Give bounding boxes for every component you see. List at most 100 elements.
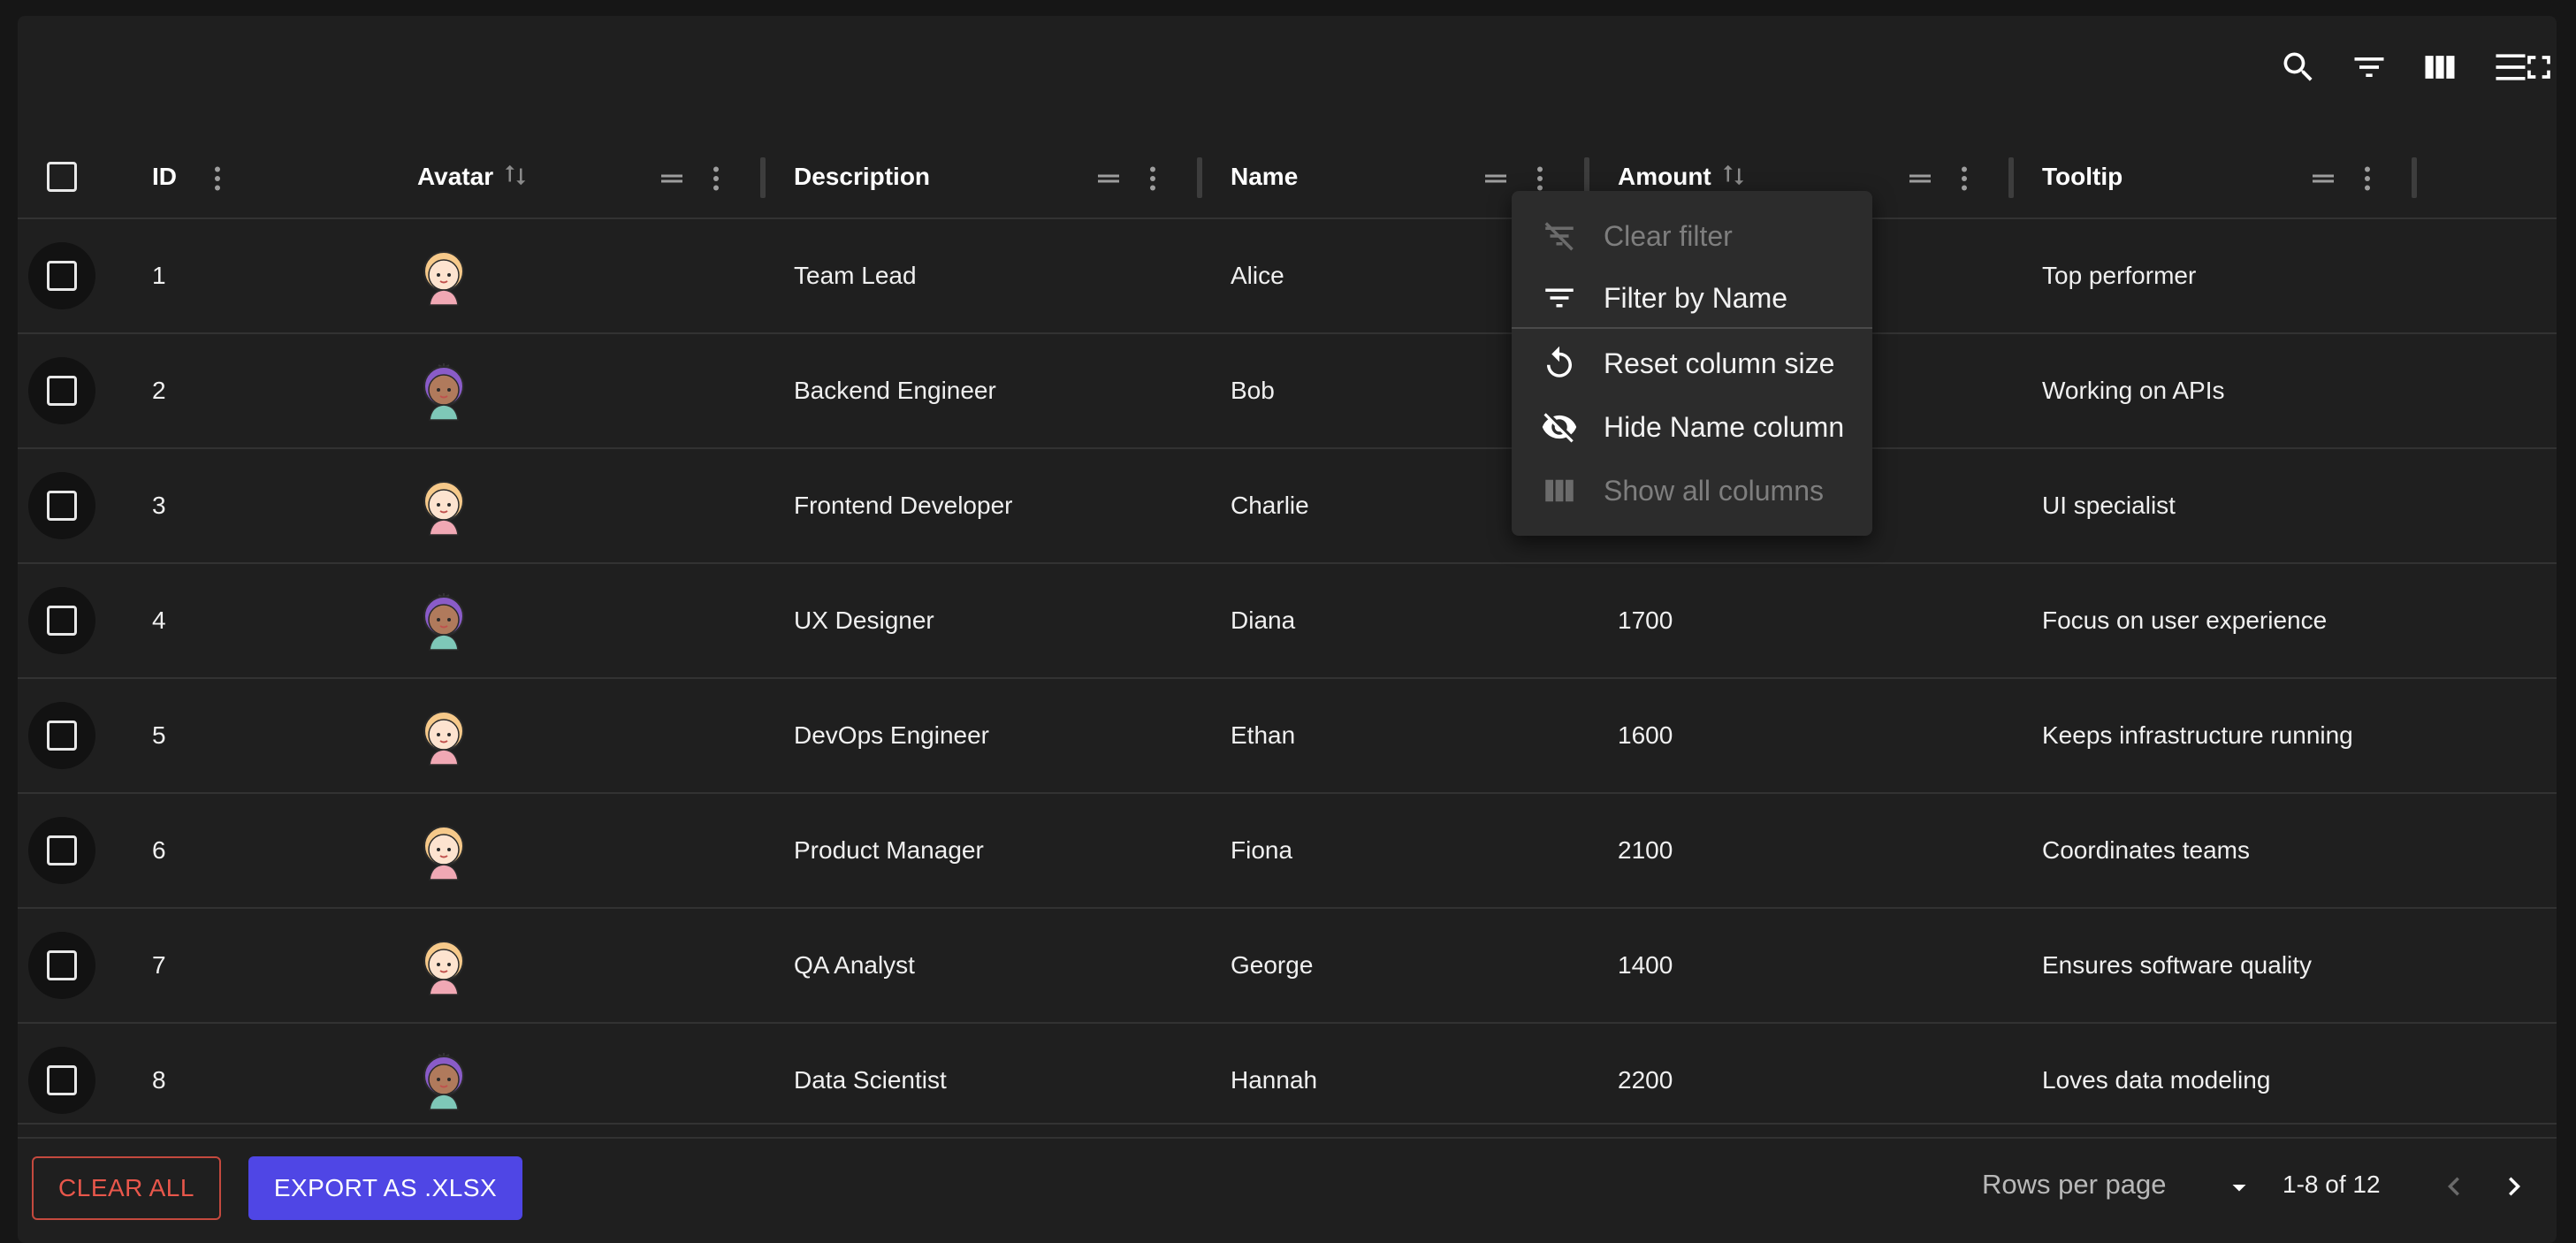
row-checkbox[interactable] (28, 932, 95, 999)
column-resize-separator[interactable] (2412, 157, 2417, 198)
cell-id: 2 (152, 377, 166, 404)
cell-name: Fiona (1231, 836, 1293, 864)
row-checkbox[interactable] (28, 817, 95, 884)
cell-name: Ethan (1231, 721, 1296, 749)
column-header-avatar[interactable]: Avatar (417, 136, 529, 217)
chevron-right-icon (2509, 1177, 2520, 1196)
column-resize-separator[interactable] (2008, 157, 2014, 198)
table-row[interactable]: 5 DevOps Engineer Ethan 1600 Keeps infrastru… (18, 679, 2557, 794)
drag-handle-icon[interactable] (1902, 161, 1938, 196)
chevron-left-icon (2448, 1177, 2459, 1196)
column-menu: Clear filter Filter by Name Reset column… (1512, 191, 1872, 536)
row-checkbox[interactable] (28, 587, 95, 654)
column-header-description[interactable]: Description (794, 136, 930, 217)
menu-item-reset-column-size[interactable]: Reset column size (1512, 332, 1872, 394)
cell-tooltip: Loves data modeling (2042, 1066, 2271, 1094)
cell-description: Data Scientist (794, 1066, 947, 1094)
cell-description: UX Designer (794, 606, 934, 634)
cell-id: 6 (152, 836, 166, 864)
column-menu-icon[interactable] (2350, 161, 2385, 196)
drag-handle-icon[interactable] (1091, 161, 1126, 196)
sort-icon[interactable] (1720, 162, 1747, 193)
export-xlsx-button[interactable]: EXPORT AS .XLSX (248, 1156, 522, 1220)
cell-tooltip: Focus on user experience (2042, 606, 2328, 634)
cell-tooltip: Keeps infrastructure running (2042, 721, 2353, 749)
menu-item-clear-filter[interactable]: Clear filter (1512, 205, 1872, 267)
cell-tooltip: Top performer (2042, 262, 2197, 289)
avatar (417, 794, 470, 907)
row-checkbox[interactable] (28, 242, 95, 309)
checkbox-box (47, 261, 77, 291)
view-column-icon[interactable] (2419, 46, 2461, 88)
row-checkbox[interactable] (28, 357, 95, 424)
rows-per-page-select[interactable] (2219, 1167, 2260, 1208)
cell-name: Charlie (1231, 492, 1309, 519)
table-row[interactable]: 4 UX Designer Diana 1700 Focus on user exper… (18, 564, 2557, 679)
column-header-tooltip[interactable]: Tooltip (2042, 136, 2123, 217)
table-toolbar (2026, 16, 2557, 113)
arrow-drop-down-icon (2232, 1185, 2246, 1192)
column-menu-icon[interactable] (1947, 161, 1982, 196)
column-menu-icon[interactable] (200, 161, 235, 196)
cell-description: Backend Engineer (794, 377, 996, 404)
sort-icon[interactable] (502, 162, 529, 193)
column-menu-icon[interactable] (1135, 161, 1170, 196)
next-page-button[interactable] (2489, 1162, 2539, 1211)
fullscreen-icon[interactable] (2518, 46, 2557, 88)
table-row[interactable]: 8 Data Scientist Hannah 2200 Loves data mode… (18, 1024, 2557, 1139)
cell-name: Bob (1231, 377, 1275, 404)
drag-handle-icon[interactable] (654, 161, 690, 196)
table-row[interactable]: 6 Product Manager Fiona 2100 Coordinates tea… (18, 794, 2557, 909)
previous-page-button[interactable] (2429, 1162, 2479, 1211)
column-header-id[interactable]: ID (152, 136, 177, 217)
data-table-container: ID Avatar Description Name Amount Toolti… (18, 16, 2557, 1243)
column-resize-separator[interactable] (1197, 157, 1202, 198)
cell-name: Alice (1231, 262, 1284, 289)
table-row[interactable]: 7 QA Analyst George 1400 Ensures software qu… (18, 909, 2557, 1024)
restart-icon (1540, 344, 1579, 383)
search-icon[interactable] (2277, 46, 2320, 88)
cell-id: 7 (152, 951, 166, 979)
table-row[interactable]: 2 Backend Engineer Bob Working on APIs (18, 334, 2557, 449)
cell-description: Team Lead (794, 262, 917, 289)
cell-tooltip: UI specialist (2042, 492, 2176, 519)
table-header-row: ID Avatar Description Name Amount Toolti… (18, 136, 2557, 219)
avatar (417, 449, 470, 562)
checkbox-box (47, 491, 77, 521)
cell-name: Diana (1231, 606, 1296, 634)
menu-item-label: Filter by Name (1604, 281, 1788, 314)
select-all-checkbox[interactable] (28, 143, 95, 210)
cell-tooltip: Ensures software quality (2042, 951, 2313, 979)
menu-item-label: Reset column size (1604, 347, 1835, 379)
pagination-range: 1-8 of 12 (2283, 1171, 2381, 1198)
menu-item-hide-name-column[interactable]: Hide Name column (1512, 396, 1872, 458)
menu-item-show-all-columns[interactable]: Show all columns (1512, 460, 1872, 522)
menu-item-label: Show all columns (1604, 474, 1824, 507)
column-menu-icon[interactable] (698, 161, 734, 196)
filter-list-icon[interactable] (2348, 46, 2390, 88)
table-row[interactable]: 1 Team Lead Alice Top performer (18, 219, 2557, 334)
checkbox-box (47, 162, 77, 192)
checkbox-box (47, 950, 77, 980)
cell-id: 1 (152, 262, 166, 289)
cell-id: 8 (152, 1066, 166, 1094)
avatar (417, 564, 470, 677)
row-checkbox[interactable] (28, 702, 95, 769)
drag-handle-icon[interactable] (2305, 161, 2341, 196)
column-header-name[interactable]: Name (1231, 136, 1298, 217)
avatar (417, 334, 470, 447)
cell-description: DevOps Engineer (794, 721, 990, 749)
column-resize-separator[interactable] (760, 157, 766, 198)
cell-amount: 1400 (1618, 951, 1673, 979)
table-row[interactable]: 3 Frontend Developer Charlie UI specialist (18, 449, 2557, 564)
drag-handle-icon[interactable] (1478, 161, 1513, 196)
cell-description: Frontend Developer (794, 492, 1013, 519)
clear-all-button[interactable]: CLEAR ALL (32, 1156, 221, 1220)
cell-description: Product Manager (794, 836, 984, 864)
column-header-label: ID (152, 163, 177, 190)
column-header-label: Description (794, 163, 931, 190)
menu-item-filter-by-name[interactable]: Filter by Name (1512, 267, 1872, 329)
row-checkbox[interactable] (28, 472, 95, 539)
view-column-icon (1540, 471, 1579, 510)
row-checkbox[interactable] (28, 1047, 95, 1114)
